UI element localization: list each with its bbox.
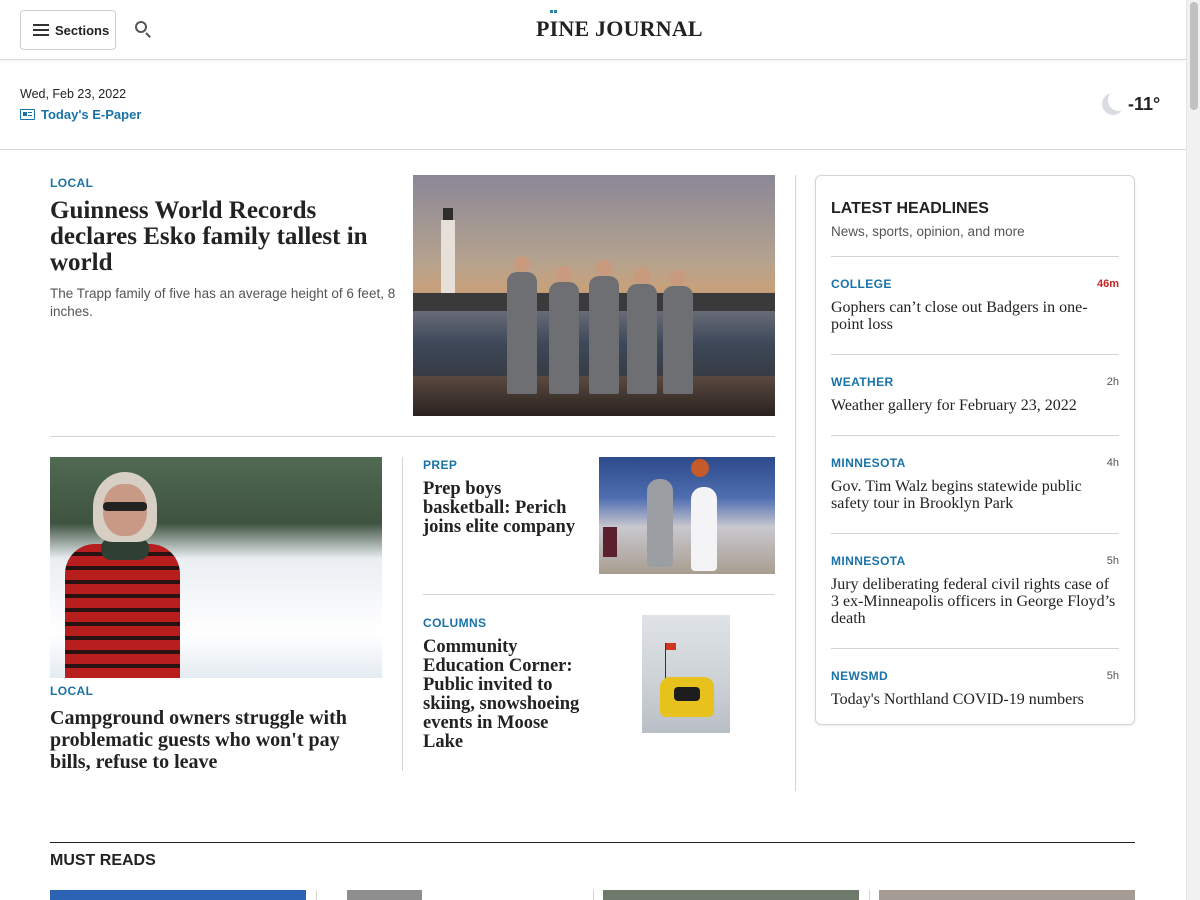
site-logo[interactable]: PINE JOURNAL <box>536 10 703 42</box>
must-read-thumbnail[interactable] <box>603 890 859 900</box>
latest-item-time: 5h <box>1106 670 1119 682</box>
latest-item-headline[interactable]: Gophers can’t close out Badgers in one-p… <box>831 299 1119 333</box>
page-scrollbar[interactable] <box>1186 0 1200 900</box>
epaper-label: Today's E-Paper <box>41 107 142 122</box>
must-reads-rule <box>50 842 1135 843</box>
epaper-link[interactable]: Today's E-Paper <box>20 107 141 122</box>
top-navigation: Sections PINE JOURNAL <box>0 0 1186 60</box>
latest-headlines-subtitle: News, sports, opinion, and more <box>831 224 1025 239</box>
latest-item-time: 4h <box>1106 457 1119 469</box>
person-figure <box>549 266 579 394</box>
must-reads-title: MUST READS <box>50 852 156 869</box>
player-figure <box>691 487 717 571</box>
lead-story-photo[interactable] <box>413 175 775 416</box>
columns-story-kicker[interactable]: COLUMNS <box>423 616 486 630</box>
latest-item-kicker[interactable]: MINNESOTA <box>831 456 906 470</box>
latest-headline-item[interactable]: MINNESOTA 5h Jury deliberating federal c… <box>831 533 1119 648</box>
search-icon[interactable] <box>134 20 154 40</box>
scoreboard-graphic <box>603 527 617 557</box>
scrollbar-thumb[interactable] <box>1190 2 1198 110</box>
weather-widget[interactable]: -11° <box>1102 93 1160 115</box>
latest-headlines-title: LATEST HEADLINES <box>831 200 989 217</box>
campground-story-kicker[interactable]: LOCAL <box>50 684 93 698</box>
lead-story-kicker[interactable]: LOCAL <box>50 176 93 190</box>
latest-headlines-panel: LATEST HEADLINES News, sports, opinion, … <box>815 175 1135 725</box>
column-divider <box>795 175 796 791</box>
snowmobile-graphic <box>660 677 714 717</box>
temperature: -11° <box>1128 93 1161 114</box>
hamburger-icon <box>33 24 49 36</box>
prep-story-kicker[interactable]: PREP <box>423 458 457 472</box>
date-bar: Wed, Feb 23, 2022 Today's E-Paper -11° <box>0 60 1186 150</box>
card-divider <box>593 890 594 900</box>
latest-headline-item[interactable]: COLLEGE 46m Gophers can’t close out Badg… <box>831 256 1119 354</box>
moon-icon <box>1102 93 1124 115</box>
latest-item-headline[interactable]: Jury deliberating federal civil rights c… <box>831 576 1119 627</box>
campground-story-headline[interactable]: Campground owners struggle with problema… <box>50 707 380 773</box>
latest-item-kicker[interactable]: COLLEGE <box>831 277 892 291</box>
card-divider <box>316 890 317 900</box>
lighthouse-graphic <box>441 208 455 300</box>
flag-graphic <box>666 643 676 650</box>
latest-headline-item[interactable]: NEWSMD 5h Today's Northland COVID-19 num… <box>831 648 1119 718</box>
latest-headline-item[interactable]: WEATHER 2h Weather gallery for February … <box>831 354 1119 435</box>
sections-menu-button[interactable]: Sections <box>20 10 116 50</box>
sections-label: Sections <box>55 22 110 38</box>
logo-text: PINE JOURNAL <box>536 16 703 41</box>
section-divider <box>50 436 775 437</box>
player-figure <box>647 479 673 567</box>
card-divider <box>869 890 870 900</box>
column-divider <box>402 457 403 771</box>
prep-story-headline[interactable]: Prep boys basketball: Perich joins elite… <box>423 480 583 537</box>
section-divider <box>423 594 775 595</box>
latest-item-time: 46m <box>1096 278 1119 290</box>
lead-story-summary: The Trapp family of five has an average … <box>50 286 396 319</box>
latest-item-kicker[interactable]: WEATHER <box>831 375 894 389</box>
person-figure <box>627 268 657 394</box>
latest-item-headline[interactable]: Today's Northland COVID-19 numbers <box>831 691 1119 708</box>
newspaper-icon <box>20 109 35 120</box>
columns-story-headline[interactable]: Community Education Corner: Public invit… <box>423 638 585 752</box>
must-read-thumbnail[interactable] <box>50 890 306 900</box>
woman-figure <box>65 472 180 678</box>
lead-story-headline[interactable]: Guinness World Records declares Esko fam… <box>50 198 400 276</box>
latest-item-headline[interactable]: Gov. Tim Walz begins statewide public sa… <box>831 478 1119 512</box>
latest-item-kicker[interactable]: NEWSMD <box>831 669 888 683</box>
person-figure <box>507 256 537 394</box>
latest-item-headline[interactable]: Weather gallery for February 23, 2022 <box>831 397 1119 414</box>
person-figure <box>663 270 693 394</box>
latest-item-time: 2h <box>1106 376 1119 388</box>
basketball-graphic <box>691 459 709 477</box>
snowmobile-story-photo[interactable] <box>642 615 730 733</box>
current-date: Wed, Feb 23, 2022 <box>20 87 127 101</box>
person-figure <box>589 260 619 394</box>
basketball-story-photo[interactable] <box>599 457 775 574</box>
campground-story-photo[interactable] <box>50 457 382 678</box>
latest-item-time: 5h <box>1106 555 1119 567</box>
latest-item-kicker[interactable]: MINNESOTA <box>831 554 906 568</box>
must-read-thumbnail[interactable] <box>879 890 1135 900</box>
must-read-thumbnail[interactable] <box>327 890 583 900</box>
latest-headline-item[interactable]: MINNESOTA 4h Gov. Tim Walz begins statew… <box>831 435 1119 533</box>
logo-tree-icon <box>550 10 560 16</box>
